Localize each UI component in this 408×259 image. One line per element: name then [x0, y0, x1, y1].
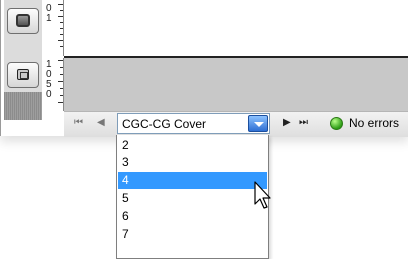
ruler-tick — [58, 60, 63, 61]
ruler-tick — [58, 16, 63, 17]
ruler-tick — [60, 46, 63, 47]
previous-page-button[interactable]: ◀ — [97, 117, 105, 129]
page-select[interactable]: CGC-CG Cover — [117, 113, 270, 134]
page-dropdown-list: 2 3 4 5 6 7 — [116, 135, 269, 259]
ruler-tick — [60, 34, 63, 35]
last-page-button[interactable]: ⏭ — [299, 117, 308, 129]
page-select-value: CGC-CG Cover — [122, 117, 207, 131]
dropdown-option[interactable]: 5 — [118, 190, 267, 207]
ruler-tick — [58, 40, 63, 41]
dropdown-chevron-icon — [254, 122, 264, 127]
dropdown-option[interactable]: 7 — [118, 226, 267, 243]
tool-column-shading — [4, 92, 42, 120]
page-select-toggle[interactable] — [248, 115, 268, 132]
dropdown-option[interactable]: 6 — [118, 208, 267, 225]
ruler-tick — [60, 10, 63, 11]
dropdown-option-highlighted[interactable]: 4 — [118, 172, 267, 189]
ruler-tick — [58, 81, 63, 82]
frame-tool-button[interactable] — [7, 8, 39, 34]
document-canvas[interactable] — [64, 0, 408, 58]
ruler-tick — [60, 22, 63, 23]
tool-column — [4, 0, 42, 120]
first-page-button[interactable]: ⏮ — [74, 117, 83, 129]
app-window: 0 1 1 0 5 0 ⏮ ◀ ▶ ⏭ CGC-CG Cover No erro… — [0, 0, 408, 137]
mouse-pointer-icon — [254, 181, 271, 209]
next-page-button[interactable]: ▶ — [283, 117, 291, 129]
ruler-tick — [60, 95, 63, 96]
image-tool-button[interactable] — [7, 62, 39, 88]
vertical-ruler-bottom: 1 0 5 0 — [43, 58, 64, 111]
ruler-tick — [58, 102, 63, 103]
pasteboard-area[interactable] — [64, 58, 408, 111]
ruler-tick — [58, 4, 63, 5]
ruler-label: 1 — [46, 13, 52, 24]
status-text: No errors — [349, 116, 400, 130]
vertical-ruler-top: 0 1 — [43, 0, 64, 56]
frame-tool-icon — [16, 14, 30, 27]
ruler-tick — [60, 28, 63, 29]
image-tool-icon — [17, 69, 29, 80]
status-ok-icon — [330, 117, 343, 130]
dropdown-option[interactable]: 2 — [118, 137, 267, 154]
ruler-tick — [60, 74, 63, 75]
ruler-tick — [60, 88, 63, 89]
ruler-tick — [60, 67, 63, 68]
dropdown-option[interactable]: 3 — [118, 154, 267, 171]
ruler-label: 0 — [46, 89, 52, 100]
